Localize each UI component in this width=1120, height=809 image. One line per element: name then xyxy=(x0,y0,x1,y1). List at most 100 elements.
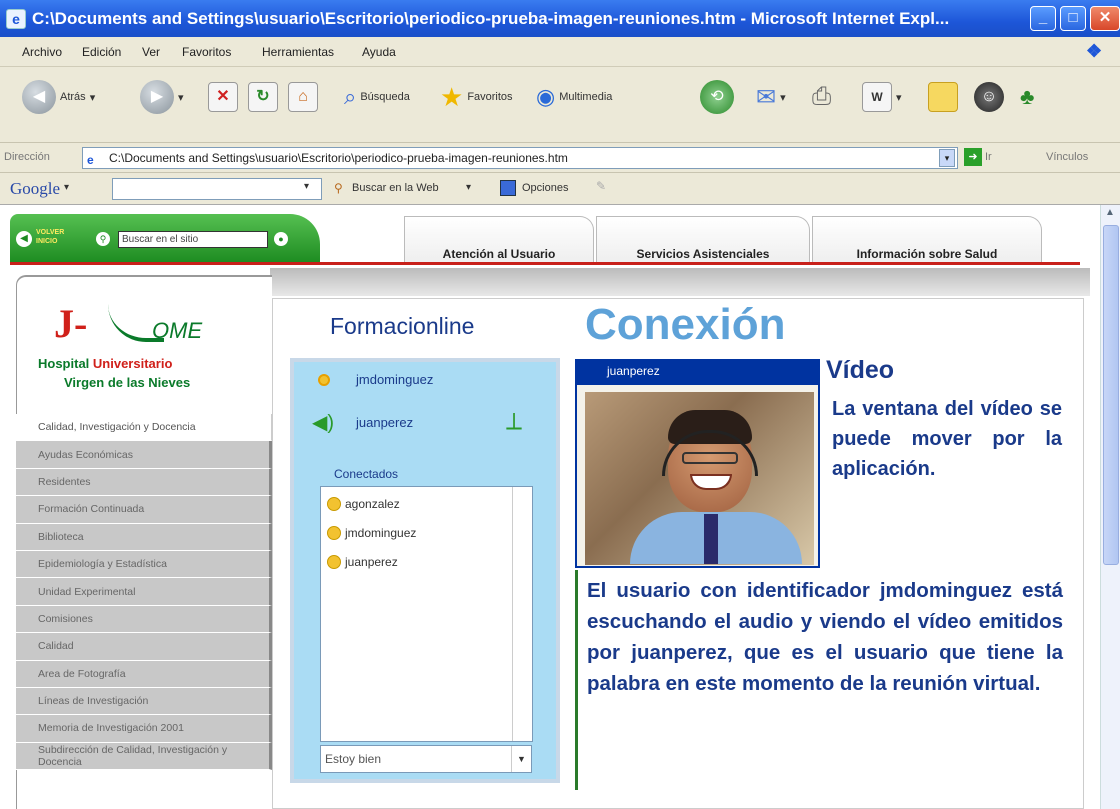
sidebar-item-unidad-experimental[interactable]: Unidad Experimental xyxy=(16,578,272,606)
status-select[interactable]: Estoy bien ▼ xyxy=(320,745,532,773)
toolbar: ◀ Atrás ▾ ▶ ▾ ✕ ↻ ⌂ ⌕ Búsqueda ★ Favoritos… xyxy=(0,67,1120,143)
search-go-icon[interactable]: ● xyxy=(274,232,288,246)
video-heading: Vídeo xyxy=(826,356,895,384)
back-circle-icon[interactable]: ◀ xyxy=(16,231,32,247)
menu-bar: Archivo Edición Ver Favoritos Herramient… xyxy=(0,37,1120,67)
list-item[interactable]: agonzalez xyxy=(327,497,400,511)
tab-atencion-usuario[interactable]: Atención al Usuario xyxy=(404,216,594,264)
word-button[interactable]: W ▾ xyxy=(862,77,902,117)
smiley-icon xyxy=(327,555,341,569)
sidebar-item-lineas-investigacion[interactable]: Líneas de Investigación xyxy=(16,687,272,716)
sidebar-item-comisiones[interactable]: Comisiones xyxy=(16,605,272,634)
google-search-input[interactable] xyxy=(112,178,322,200)
multimedia-button[interactable]: ◉ Multimedia xyxy=(536,77,612,117)
menu-archivo[interactable]: Archivo xyxy=(22,45,62,59)
video-window-title[interactable]: juanperez xyxy=(575,359,820,383)
scrollbar-thumb[interactable] xyxy=(1103,225,1119,565)
speaker-icon: ◀) xyxy=(312,412,335,434)
star-icon: ★ xyxy=(440,81,464,112)
google-dropdown-icon[interactable]: ▾ xyxy=(304,181,309,192)
messenger-button[interactable]: ☺ xyxy=(974,77,1004,117)
hospital-name-line1: Hospital Universitario xyxy=(38,356,173,371)
users-button[interactable]: ♣ xyxy=(1020,77,1034,117)
menu-ver[interactable]: Ver xyxy=(142,45,160,59)
speaker-user: juanperez xyxy=(356,415,414,430)
sidebar-menu: Calidad, Investigación y Docencia Ayudas… xyxy=(16,414,272,771)
sidebar-item-epidemiologia[interactable]: Epidemiología y Estadística xyxy=(16,550,272,579)
hospital-logo-text: OME xyxy=(152,318,203,343)
mail-icon: ✉ xyxy=(756,83,777,111)
sidebar-item-residentes[interactable]: Residentes xyxy=(16,468,272,497)
menu-herramientas[interactable]: Herramientas xyxy=(262,45,334,59)
search-web-button[interactable]: Buscar en la Web xyxy=(352,182,439,194)
sidebar-item-ayudas-economicas[interactable]: Ayudas Económicas xyxy=(16,441,272,469)
refresh-icon: ↻ xyxy=(248,82,278,112)
address-dropdown-icon[interactable]: ▾ xyxy=(939,149,955,167)
tab-servicios-asistenciales[interactable]: Servicios Asistenciales xyxy=(596,216,810,264)
home-button[interactable]: ⌂ xyxy=(288,77,318,117)
refresh-button[interactable]: ↻ xyxy=(248,77,278,117)
sidebar-item-area-fotografia[interactable]: Area de Fotografía xyxy=(16,660,272,688)
options-icon xyxy=(500,180,516,196)
connected-label: Conectados xyxy=(334,467,399,481)
search-site-icon: ⚲ xyxy=(96,232,110,246)
stop-button[interactable]: ✕ xyxy=(208,77,238,117)
video-description: La ventana del vídeo se puede mover por … xyxy=(832,398,1062,480)
folder-icon xyxy=(928,82,958,112)
tab-informacion-salud[interactable]: Información sobre Salud xyxy=(812,216,1042,264)
ie-icon: e xyxy=(6,9,26,29)
menu-edicion[interactable]: Edición xyxy=(82,45,121,59)
body-text: El usuario con identificador jmdominguez… xyxy=(587,579,1063,695)
user-list-scrollbar[interactable] xyxy=(512,487,532,741)
hospital-name-line2: Virgen de las Nieves xyxy=(64,375,191,390)
menu-ayuda[interactable]: Ayuda xyxy=(362,45,396,59)
hospital-logo-mark: J- xyxy=(54,301,88,346)
windows-logo-icon: ❖ xyxy=(1086,41,1103,61)
back-button[interactable]: ◀ Atrás ▾ xyxy=(22,77,95,117)
sidebar-item-memoria-investigacion[interactable]: Memoria de Investigación 2001 xyxy=(16,715,272,743)
mail-button[interactable]: ✉ ▾ xyxy=(756,77,786,117)
google-logo[interactable]: Google xyxy=(10,179,60,199)
binoculars-icon: ⚲ xyxy=(334,181,343,195)
connected-user-list[interactable]: agonzalez jmdominguez juanperez xyxy=(320,486,533,742)
maximize-button[interactable]: □ xyxy=(1060,6,1086,31)
sidebar-item-formacion-continuada[interactable]: Formación Continuada xyxy=(16,496,272,524)
header-band xyxy=(270,268,1090,296)
back-home-button[interactable]: VOLVER INICIO xyxy=(36,228,86,246)
forward-arrow-icon: ▶ xyxy=(140,80,174,114)
status-dot-icon xyxy=(318,374,330,386)
list-item[interactable]: jmdominguez xyxy=(327,526,416,540)
sidebar-item-calidad-investigacion-docencia[interactable]: Calidad, Investigación y Docencia xyxy=(16,414,272,442)
hand-raise-icon: ⟂ xyxy=(506,408,523,435)
favorites-button[interactable]: ★ Favoritos xyxy=(440,77,513,117)
list-item[interactable]: juanperez xyxy=(327,555,398,569)
folder-button[interactable] xyxy=(928,77,958,117)
video-person-tie xyxy=(704,514,718,564)
history-icon: ⟲ xyxy=(700,80,734,114)
scroll-up-icon[interactable]: ▲ xyxy=(1105,207,1115,218)
history-button[interactable]: ⟲ xyxy=(700,77,734,117)
close-button[interactable]: ✕ xyxy=(1090,6,1120,31)
users-icon: ♣ xyxy=(1020,84,1035,109)
site-search-input[interactable]: Buscar en el sitio xyxy=(118,231,268,248)
address-bar: Dirección e C:\Documents and Settings\us… xyxy=(0,143,1120,173)
pencil-icon: ✎ xyxy=(596,179,607,193)
forward-button[interactable]: ▶ ▾ xyxy=(140,77,184,117)
sidebar-item-calidad[interactable]: Calidad xyxy=(16,633,272,661)
menu-favoritos[interactable]: Favoritos xyxy=(182,45,231,59)
options-button[interactable]: Opciones xyxy=(522,182,568,194)
vertical-scrollbar[interactable]: ▲ xyxy=(1100,205,1120,809)
nav-divider xyxy=(10,262,1080,265)
sidebar-item-biblioteca[interactable]: Biblioteca xyxy=(16,523,272,551)
chevron-down-icon[interactable]: ▼ xyxy=(511,746,531,772)
search-button[interactable]: ⌕ Búsqueda xyxy=(344,77,410,117)
sidebar-item-subdireccion[interactable]: Subdirección de Calidad, Investigación y… xyxy=(16,742,272,771)
links-label[interactable]: Vínculos xyxy=(1046,151,1088,163)
minimize-button[interactable]: _ xyxy=(1030,6,1056,31)
listener-user: jmdominguez xyxy=(356,372,434,387)
print-button[interactable]: ⎙ xyxy=(812,77,831,117)
go-arrow-icon: ➜ xyxy=(964,148,982,166)
chat-app-title: Formacionline xyxy=(330,313,475,339)
go-button[interactable]: ➜ Ir xyxy=(964,148,992,166)
address-input[interactable]: e C:\Documents and Settings\usuario\Escr… xyxy=(82,147,958,169)
